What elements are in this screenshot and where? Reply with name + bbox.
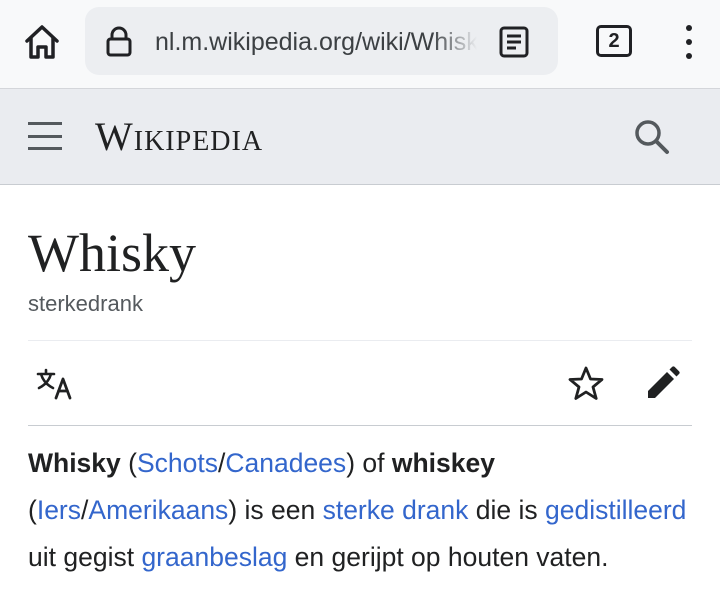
wikipedia-wordmark[interactable]: Wikipedia <box>95 115 263 159</box>
more-options-icon[interactable] <box>674 22 704 62</box>
lock-icon[interactable] <box>103 25 135 57</box>
text-fragment: uit gegist <box>28 542 142 572</box>
link-gedistilleerd[interactable]: gedistilleerd <box>545 495 686 525</box>
divider <box>28 340 692 341</box>
link-schots[interactable]: Schots <box>137 448 218 478</box>
link-amerikaans[interactable]: Amerikaans <box>88 495 228 525</box>
text-fragment: en gerijpt op houten vaten. <box>287 542 609 572</box>
link-sterke-drank[interactable]: sterke drank <box>323 495 469 525</box>
main-menu-icon[interactable] <box>28 122 62 150</box>
divider <box>28 425 692 426</box>
link-graanbeslag[interactable]: graanbeslag <box>141 542 287 572</box>
page-title: Whisky <box>28 223 196 283</box>
link-iers[interactable]: Iers <box>37 495 81 525</box>
text-fragment: die is <box>468 495 545 525</box>
edit-pencil-icon[interactable] <box>644 364 682 402</box>
address-bar[interactable]: nl.m.wikipedia.org/wiki/Whisky <box>85 7 558 75</box>
text-fragment: ) of <box>346 448 392 478</box>
page-subtitle: sterkedrank <box>28 291 143 316</box>
wikipedia-header: Wikipedia <box>0 88 720 185</box>
home-icon[interactable] <box>20 20 64 64</box>
watch-star-icon[interactable] <box>566 364 606 404</box>
intro-paragraph: Whisky (Schots/Canadees) of whiskey (Ier… <box>28 440 696 581</box>
bold-term-whiskey: whiskey <box>391 448 495 478</box>
language-icon[interactable] <box>36 366 76 402</box>
text-fragment: ( <box>28 495 37 525</box>
tab-switcher-button[interactable]: 2 <box>596 25 632 57</box>
text-fragment: ) is een <box>228 495 323 525</box>
text-fragment: ( <box>120 448 137 478</box>
reader-mode-icon[interactable] <box>497 25 531 59</box>
url-text[interactable]: nl.m.wikipedia.org/wiki/Whisky <box>155 27 477 57</box>
bold-term-whisky: Whisky <box>28 448 121 478</box>
browser-toolbar: nl.m.wikipedia.org/wiki/Whisky 2 <box>0 0 720 88</box>
search-icon[interactable] <box>632 117 672 157</box>
link-canadees[interactable]: Canadees <box>225 448 346 478</box>
